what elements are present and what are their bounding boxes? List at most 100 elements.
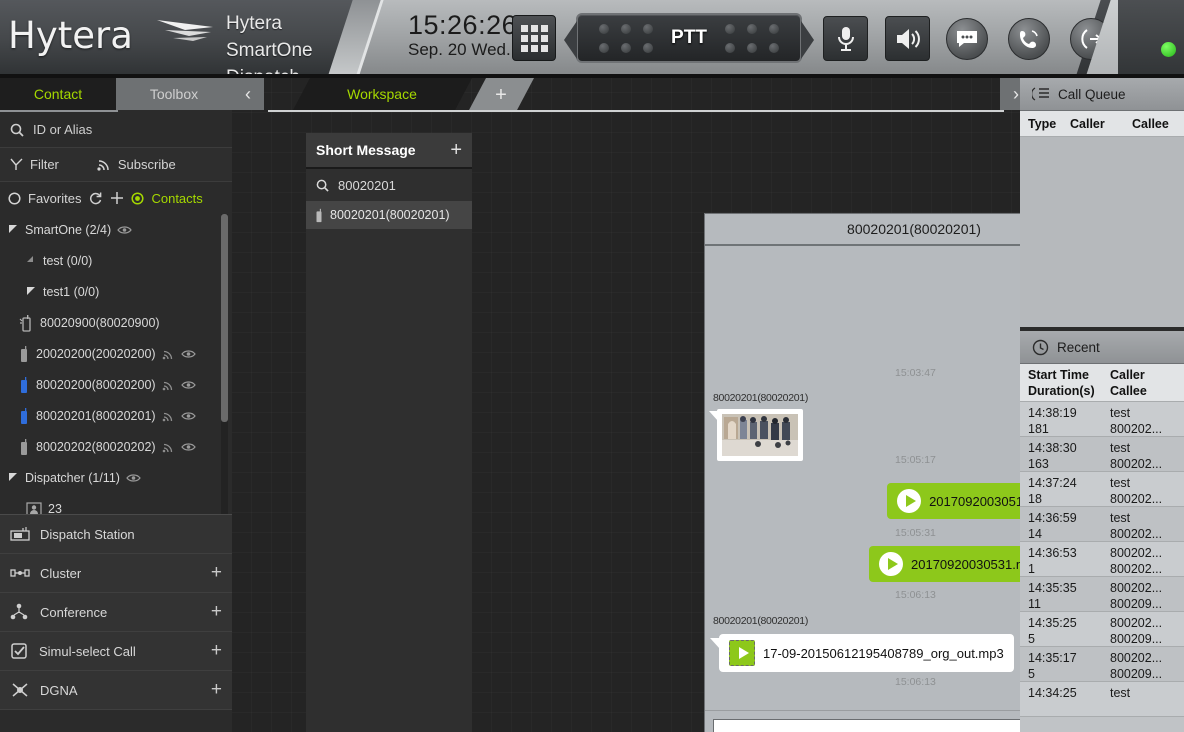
table-row[interactable]: 14:38:30 163 test 800202... [1020,437,1184,472]
start-time: 14:38:30 [1028,440,1110,456]
start-time: 14:35:17 [1028,650,1110,666]
table-row[interactable]: 14:38:19 181 test 800202... [1020,402,1184,437]
subscribe-button[interactable]: Subscribe [97,157,176,172]
message-button[interactable] [946,18,988,60]
duration: 181 [1028,421,1110,437]
tab-contact[interactable]: Contact [0,78,116,110]
recent-time-cell: 14:37:24 18 [1028,475,1110,503]
signal-icon[interactable] [162,410,175,422]
table-row[interactable]: 14:35:17 5 800202... 800209... [1020,647,1184,682]
contact-search-input[interactable]: ID or Alias [0,112,232,148]
call-icon [1018,28,1040,50]
header-controls: 15:26:26 Sep. 20 Wed. PTT [380,0,1180,76]
filter-button[interactable]: Filter [10,157,59,172]
add-cluster-button[interactable]: + [211,562,222,584]
play-icon[interactable] [879,552,903,576]
new-message-button[interactable]: + [450,139,462,162]
sidebar-item-conference[interactable]: Conference + [0,593,232,632]
add-conference-button[interactable]: + [211,601,222,623]
eye-icon[interactable] [181,411,196,421]
recent-party-cell: test 800202... [1110,475,1162,503]
sidebar-item-dgna[interactable]: DGNA + [0,671,232,710]
table-row[interactable]: 14:35:25 5 800202... 800209... [1020,612,1184,647]
collapse-sidebar-button[interactable]: ‹ [232,78,264,110]
eye-icon[interactable] [117,225,132,235]
add-workspace-tab-button[interactable]: + [468,78,534,112]
play-icon[interactable] [729,640,755,666]
eye-icon[interactable] [181,442,196,452]
dispatch-station-icon [10,526,30,543]
tree-contact-80020900[interactable]: 80020900(80020900) [0,307,232,338]
message-search-input[interactable]: 80020201 [306,169,472,201]
filter-subscribe-row: Filter Subscribe [0,148,232,182]
tree-group-test[interactable]: test (0/0) [0,245,232,276]
signal-icon[interactable] [162,379,175,391]
contact-tree-scrollbar[interactable] [221,214,228,422]
tree-contact-80020201[interactable]: 80020201(80020201) [0,400,232,431]
favorites-label[interactable]: Favorites [28,191,81,206]
eye-icon[interactable] [126,473,141,483]
tree-item-label: 80020200(80020200) [36,378,156,392]
conversation-list-item[interactable]: 80020201(80020201) [306,201,472,229]
start-time: 14:34:25 [1028,685,1110,701]
column-caller: Caller [1070,117,1132,131]
signal-icon[interactable] [162,348,175,360]
tree-group-smartone[interactable]: SmartOne (2/4) [0,214,232,245]
contacts-radio-icon[interactable] [131,192,144,205]
favorites-radio-icon[interactable] [8,192,21,205]
keypad-button[interactable] [512,15,556,61]
add-simul-select-button[interactable]: + [211,640,222,662]
caller: test [1110,440,1162,456]
sidebar-item-label: Dispatch Station [40,527,135,542]
folder-expand-icon [8,224,19,235]
right-panel: Call Queue Type Caller Callee Recent Sta… [1020,78,1184,732]
tree-contact-80020200[interactable]: 80020200(80020200) [0,369,232,400]
contacts-label[interactable]: Contacts [151,191,202,206]
eye-icon[interactable] [181,380,196,390]
chat-message-image-incoming[interactable] [717,409,803,461]
tree-dispatcher-23[interactable]: 23 [0,493,232,514]
table-row[interactable]: 14:36:53 1 800202... 800202... [1020,542,1184,577]
tab-workspace[interactable]: Workspace [292,78,472,112]
play-icon[interactable] [897,489,921,513]
tree-contact-80020202[interactable]: 80020202(80020202) [0,431,232,462]
hytera-wing-icon [155,18,217,44]
ptt-button[interactable]: PTT [576,13,802,63]
add-icon[interactable] [110,191,124,205]
eye-icon[interactable] [181,349,196,359]
radio-offline-icon [18,345,30,363]
tree-group-test1[interactable]: test1 (0/0) [0,276,232,307]
column-callee: Callee [1132,117,1169,131]
header-right-panel [1118,0,1184,78]
chat-message-audio-incoming[interactable]: 17-09-20150612195408789_org_out.mp3 [719,634,1014,672]
tree-contact-20020200[interactable]: 20020200(20020200) [0,338,232,369]
call-button[interactable] [1008,18,1050,60]
table-row[interactable]: 14:36:59 14 test 800202... [1020,507,1184,542]
workspace-area: ‹ › Workspace + Short Message + [232,78,1020,732]
microphone-button[interactable] [823,16,868,61]
recent-time-cell: 14:38:30 163 [1028,440,1110,468]
start-time: 14:37:24 [1028,475,1110,491]
add-dgna-button[interactable]: + [211,679,222,701]
table-row[interactable]: 14:37:24 18 test 800202... [1020,472,1184,507]
sidebar-item-label: DGNA [40,683,78,698]
duration: 1 [1028,561,1110,577]
table-row[interactable]: 14:35:35 11 800202... 800209... [1020,577,1184,612]
signal-icon[interactable] [162,441,175,453]
message-icon [956,30,978,48]
sidebar-item-simul-select-call[interactable]: Simul-select Call + [0,632,232,671]
refresh-icon[interactable] [88,191,103,205]
search-icon [10,123,24,137]
table-row[interactable]: 14:34:25 test [1020,682,1184,717]
call-queue-title: Call Queue [1058,87,1126,102]
tree-group-dispatcher[interactable]: Dispatcher (1/11) [0,462,232,493]
recent-party-cell: test [1110,685,1130,713]
folder-expand-icon [26,286,37,297]
sidebar-menu: Dispatch Station Cluster + [0,514,232,710]
speaker-button[interactable] [885,16,930,61]
tab-toolbox[interactable]: Toolbox [116,78,232,110]
sidebar-item-dispatch-station[interactable]: Dispatch Station [0,515,232,554]
chat-timestamp: 15:03:47 [895,367,936,379]
sidebar-item-cluster[interactable]: Cluster + [0,554,232,593]
start-time: 14:36:59 [1028,510,1110,526]
